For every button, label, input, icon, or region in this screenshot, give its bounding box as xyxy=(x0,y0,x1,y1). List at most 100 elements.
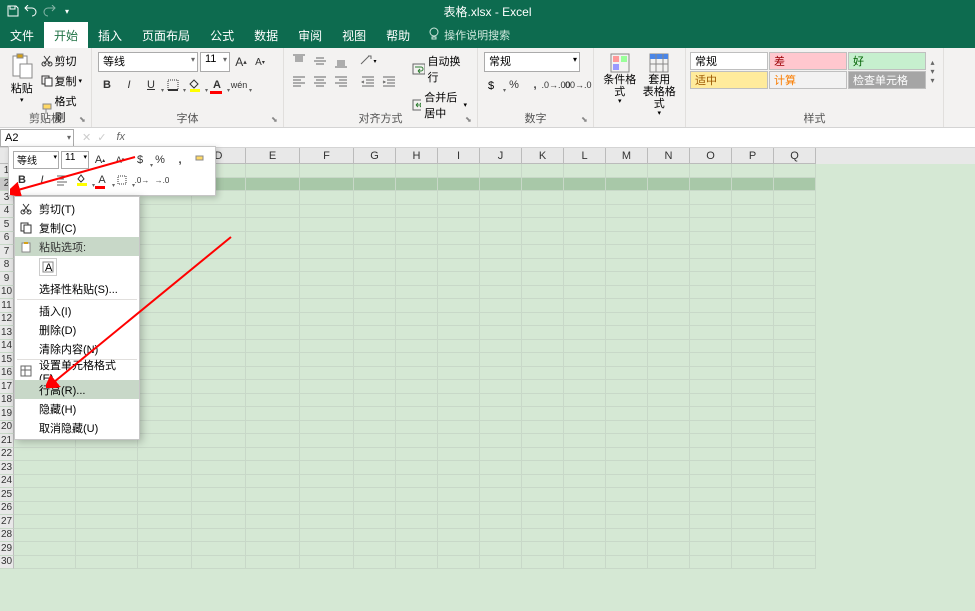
style-good[interactable]: 好 xyxy=(848,52,926,70)
cell[interactable] xyxy=(192,502,246,516)
cell[interactable] xyxy=(774,353,816,367)
cell[interactable] xyxy=(438,556,480,570)
cell[interactable] xyxy=(480,434,522,448)
cell[interactable] xyxy=(606,353,648,367)
cell[interactable] xyxy=(648,394,690,408)
cell[interactable] xyxy=(138,475,192,489)
cell[interactable] xyxy=(564,164,606,178)
col-head-L[interactable]: L xyxy=(564,148,606,164)
cell[interactable] xyxy=(192,556,246,570)
cell[interactable] xyxy=(522,380,564,394)
cell[interactable] xyxy=(438,448,480,462)
cell[interactable] xyxy=(648,191,690,205)
cell[interactable] xyxy=(522,286,564,300)
cell[interactable] xyxy=(300,340,354,354)
cell[interactable] xyxy=(300,313,354,327)
cell[interactable] xyxy=(138,367,192,381)
cell[interactable] xyxy=(246,367,300,381)
cell[interactable] xyxy=(774,407,816,421)
cell[interactable] xyxy=(138,353,192,367)
cell[interactable] xyxy=(246,218,300,232)
percent-icon[interactable]: % xyxy=(505,76,523,94)
cell[interactable] xyxy=(522,259,564,273)
cell[interactable] xyxy=(300,515,354,529)
cell[interactable] xyxy=(774,313,816,327)
cell[interactable] xyxy=(300,164,354,178)
cell[interactable] xyxy=(774,529,816,543)
cell[interactable] xyxy=(648,353,690,367)
cell[interactable] xyxy=(480,488,522,502)
cell[interactable] xyxy=(138,434,192,448)
row-head[interactable]: 29 xyxy=(0,542,14,556)
cell[interactable] xyxy=(300,556,354,570)
cell[interactable] xyxy=(690,502,732,516)
styles-more-icon[interactable]: ▴▾▾ xyxy=(926,52,939,90)
cell[interactable] xyxy=(396,353,438,367)
row-head[interactable]: 16 xyxy=(0,367,14,381)
cell[interactable] xyxy=(354,286,396,300)
cell[interactable] xyxy=(690,272,732,286)
cell[interactable] xyxy=(522,313,564,327)
cell[interactable] xyxy=(648,367,690,381)
cell[interactable] xyxy=(648,380,690,394)
cell[interactable] xyxy=(300,326,354,340)
cell[interactable] xyxy=(192,367,246,381)
cell[interactable] xyxy=(732,232,774,246)
col-head-E[interactable]: E xyxy=(246,148,300,164)
cell[interactable] xyxy=(300,299,354,313)
cell[interactable] xyxy=(690,515,732,529)
cell[interactable] xyxy=(522,367,564,381)
cell[interactable] xyxy=(606,272,648,286)
cell[interactable] xyxy=(564,245,606,259)
cell[interactable] xyxy=(732,515,774,529)
cell[interactable] xyxy=(438,529,480,543)
cell[interactable] xyxy=(438,353,480,367)
row-head[interactable]: 26 xyxy=(0,502,14,516)
row-head[interactable]: 20 xyxy=(0,421,14,435)
cell[interactable] xyxy=(138,407,192,421)
row-head[interactable]: 7 xyxy=(0,245,14,259)
cell[interactable] xyxy=(354,407,396,421)
col-head-Q[interactable]: Q xyxy=(774,148,816,164)
cell[interactable] xyxy=(648,178,690,192)
accounting-icon[interactable]: $ xyxy=(484,76,502,94)
row-head[interactable]: 12 xyxy=(0,313,14,327)
cell[interactable] xyxy=(438,286,480,300)
cell[interactable] xyxy=(354,502,396,516)
cell[interactable] xyxy=(192,299,246,313)
qat-customize-icon[interactable]: ▾ xyxy=(60,4,74,18)
cell[interactable] xyxy=(354,515,396,529)
cell[interactable] xyxy=(774,218,816,232)
cell[interactable] xyxy=(732,380,774,394)
cell[interactable] xyxy=(438,313,480,327)
cell[interactable] xyxy=(732,218,774,232)
cell[interactable] xyxy=(138,272,192,286)
col-head-P[interactable]: P xyxy=(732,148,774,164)
cell[interactable] xyxy=(480,380,522,394)
cell[interactable] xyxy=(192,515,246,529)
cell[interactable] xyxy=(606,502,648,516)
cell[interactable] xyxy=(774,556,816,570)
cell[interactable] xyxy=(76,542,138,556)
enter-formula-icon[interactable]: ✓ xyxy=(97,131,106,144)
cell[interactable] xyxy=(690,488,732,502)
cell[interactable] xyxy=(480,272,522,286)
cell[interactable] xyxy=(246,556,300,570)
cell[interactable] xyxy=(606,380,648,394)
cell[interactable] xyxy=(354,232,396,246)
cell[interactable] xyxy=(648,272,690,286)
row-head[interactable]: 23 xyxy=(0,461,14,475)
cell[interactable] xyxy=(300,245,354,259)
row-head[interactable]: 21 xyxy=(0,434,14,448)
cell[interactable] xyxy=(732,178,774,192)
cell[interactable] xyxy=(690,434,732,448)
copy-button[interactable]: 复制▾ xyxy=(40,72,85,90)
cell[interactable] xyxy=(648,461,690,475)
clipboard-launcher-icon[interactable]: ⬊ xyxy=(79,115,89,125)
cell[interactable] xyxy=(564,340,606,354)
number-format-combo[interactable]: 常规 xyxy=(484,52,580,72)
cell[interactable] xyxy=(774,340,816,354)
cell[interactable] xyxy=(648,313,690,327)
cm-cut[interactable]: 剪切(T) xyxy=(15,199,139,218)
col-head-K[interactable]: K xyxy=(522,148,564,164)
